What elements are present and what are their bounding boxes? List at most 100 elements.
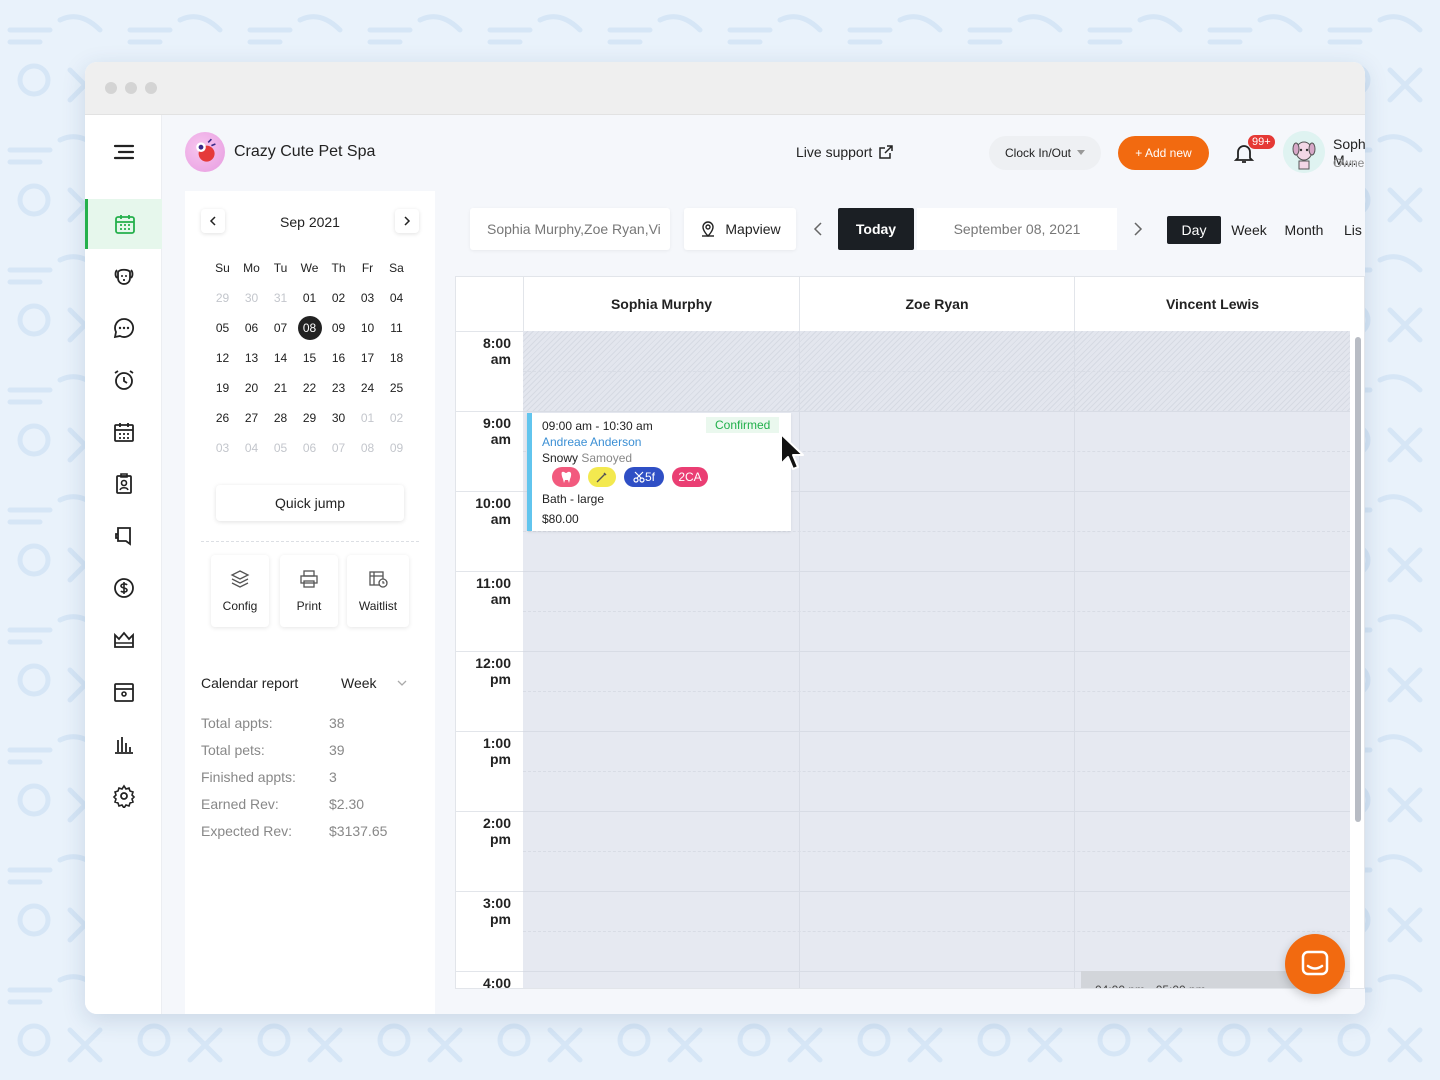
chat-icon bbox=[113, 318, 134, 339]
calendar-day[interactable]: 06 bbox=[237, 313, 266, 343]
hour-line bbox=[456, 731, 523, 732]
calendar-day[interactable]: 30 bbox=[324, 403, 353, 433]
calendar-day[interactable]: 31 bbox=[266, 283, 295, 313]
calendar-day[interactable]: 03 bbox=[353, 283, 382, 313]
calendar-day[interactable]: 09 bbox=[324, 313, 353, 343]
calendar-day[interactable]: 29 bbox=[295, 403, 324, 433]
marketing-icon bbox=[114, 527, 131, 546]
calendar-day[interactable]: 13 bbox=[237, 343, 266, 373]
add-new-button[interactable]: + Add new bbox=[1118, 136, 1209, 170]
calendar-day[interactable]: 01 bbox=[295, 283, 324, 313]
mapview-button[interactable]: Mapview bbox=[684, 208, 796, 250]
today-button[interactable]: Today bbox=[838, 208, 914, 250]
view-tab-week[interactable]: Week bbox=[1226, 216, 1272, 244]
view-tab-month[interactable]: Month bbox=[1278, 216, 1330, 244]
stat-value: 3 bbox=[329, 769, 337, 785]
calendar-day[interactable]: 08 bbox=[353, 433, 382, 463]
config-button[interactable]: Config bbox=[211, 555, 269, 627]
avatar[interactable] bbox=[1283, 131, 1325, 173]
chat-support-button[interactable] bbox=[1285, 934, 1345, 994]
calendar-day[interactable]: 05 bbox=[266, 433, 295, 463]
calendar-day[interactable]: 07 bbox=[324, 433, 353, 463]
calendar-day[interactable]: 18 bbox=[382, 343, 411, 373]
calendar-day[interactable]: 28 bbox=[266, 403, 295, 433]
calendar-day[interactable]: 30 bbox=[237, 283, 266, 313]
calendar-day[interactable]: 02 bbox=[382, 403, 411, 433]
calendar-day[interactable]: 21 bbox=[266, 373, 295, 403]
calendar-day[interactable]: 07 bbox=[266, 313, 295, 343]
quick-jump-button[interactable]: Quick jump bbox=[216, 485, 404, 521]
vertical-scrollbar[interactable] bbox=[1355, 337, 1361, 822]
window-close-dot[interactable] bbox=[105, 82, 117, 94]
client-name-link[interactable]: Andreae Anderson bbox=[542, 435, 641, 449]
nav-settings[interactable] bbox=[85, 771, 162, 821]
appointment-card[interactable]: 09:00 am - 10:30 am Confirmed Andreae An… bbox=[527, 413, 791, 531]
calendar-day[interactable]: 23 bbox=[324, 373, 353, 403]
time-hour: 9:00 bbox=[482, 415, 511, 431]
window-minimize-dot[interactable] bbox=[125, 82, 137, 94]
calendar-day[interactable]: 27 bbox=[237, 403, 266, 433]
chat-bubble-icon bbox=[1301, 950, 1329, 976]
next-month-button[interactable] bbox=[395, 209, 419, 233]
card-icon bbox=[113, 683, 134, 702]
staff-filter-select[interactable]: Sophia Murphy,Zoe Ryan,Vi bbox=[470, 208, 670, 250]
calendar-day[interactable]: 26 bbox=[208, 403, 237, 433]
next-day-button[interactable] bbox=[1126, 217, 1150, 241]
nav-membership[interactable] bbox=[85, 615, 162, 665]
calendar-day[interactable]: 20 bbox=[237, 373, 266, 403]
calendar-day[interactable]: 29 bbox=[208, 283, 237, 313]
prev-day-button[interactable] bbox=[806, 217, 830, 241]
hour-line bbox=[456, 971, 523, 972]
view-tab-list[interactable]: Lis bbox=[1344, 216, 1365, 244]
appointment-card[interactable]: 04:00 pm - 05:00 pm bbox=[1081, 971, 1301, 988]
nav-reminders[interactable] bbox=[85, 355, 162, 405]
calendar-day[interactable]: 02 bbox=[324, 283, 353, 313]
mouse-cursor-icon bbox=[780, 433, 804, 470]
view-tab-day[interactable]: Day bbox=[1167, 216, 1221, 244]
calendar-day[interactable]: 04 bbox=[237, 433, 266, 463]
report-period-select[interactable]: Week bbox=[341, 675, 377, 691]
clock-in-out-button[interactable]: Clock In/Out bbox=[989, 136, 1101, 170]
calendar-day[interactable]: 19 bbox=[208, 373, 237, 403]
current-date-picker[interactable]: September 08, 2021 bbox=[917, 208, 1117, 250]
calendar-day[interactable]: 04 bbox=[382, 283, 411, 313]
calendar-day[interactable]: 24 bbox=[353, 373, 382, 403]
calendar-day[interactable]: 25 bbox=[382, 373, 411, 403]
calendar-day[interactable]: 14 bbox=[266, 343, 295, 373]
calendar-day[interactable]: 22 bbox=[295, 373, 324, 403]
menu-toggle[interactable] bbox=[85, 127, 162, 177]
calendar-day[interactable]: 10 bbox=[353, 313, 382, 343]
nav-marketing[interactable] bbox=[85, 511, 162, 561]
nav-messages[interactable] bbox=[85, 303, 162, 353]
live-support-link[interactable]: Live support bbox=[796, 144, 894, 160]
calendar-day[interactable]: 05 bbox=[208, 313, 237, 343]
chevron-down-icon[interactable] bbox=[397, 679, 407, 687]
chevron-left-icon bbox=[813, 222, 822, 236]
calendar-day[interactable]: 03 bbox=[208, 433, 237, 463]
calendar-day[interactable]: 06 bbox=[295, 433, 324, 463]
calendar-day[interactable]: 16 bbox=[324, 343, 353, 373]
nav-pets[interactable] bbox=[85, 251, 162, 301]
nav-schedule[interactable] bbox=[85, 407, 162, 457]
nav-calendar[interactable] bbox=[85, 199, 162, 249]
calendar-day[interactable]: 11 bbox=[382, 313, 411, 343]
selected-day[interactable]: 08 bbox=[295, 313, 324, 343]
calendar-day[interactable]: 15 bbox=[295, 343, 324, 373]
nav-giftcards[interactable] bbox=[85, 667, 162, 717]
schedule-body[interactable]: 09:00 am - 10:30 am Confirmed Andreae An… bbox=[523, 331, 1350, 988]
calendar-day[interactable]: 17 bbox=[353, 343, 382, 373]
time-period: am bbox=[490, 591, 511, 607]
time-period: pm bbox=[490, 831, 511, 847]
waitlist-button[interactable]: Waitlist bbox=[347, 555, 409, 627]
nav-reports[interactable] bbox=[85, 719, 162, 769]
alarm-icon bbox=[114, 370, 133, 390]
window-zoom-dot[interactable] bbox=[145, 82, 157, 94]
chevron-right-icon bbox=[404, 216, 411, 226]
nav-clients[interactable] bbox=[85, 459, 162, 509]
print-button[interactable]: Print bbox=[280, 555, 338, 627]
calendar-day[interactable]: 09 bbox=[382, 433, 411, 463]
time-hour: 1:00 bbox=[482, 735, 511, 751]
calendar-day[interactable]: 12 bbox=[208, 343, 237, 373]
nav-payments[interactable] bbox=[85, 563, 162, 613]
calendar-day[interactable]: 01 bbox=[353, 403, 382, 433]
